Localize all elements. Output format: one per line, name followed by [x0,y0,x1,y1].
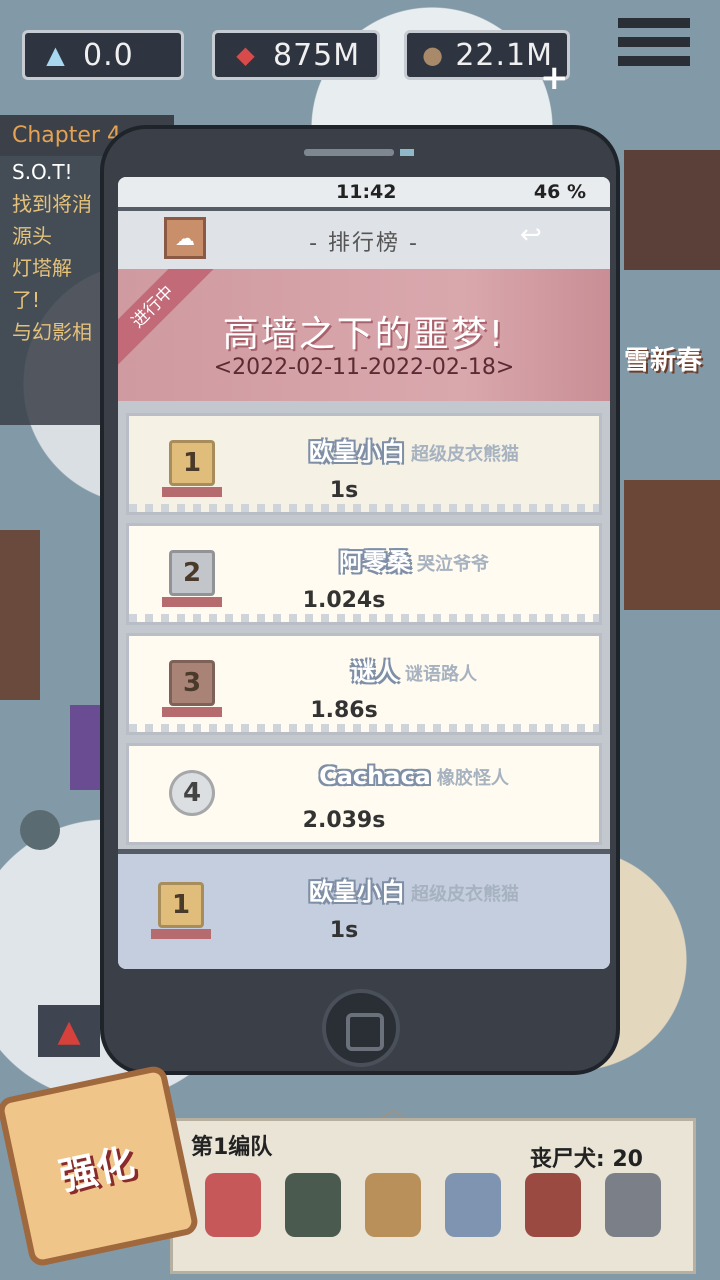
upgrade-button[interactable]: 强化 [0,1063,201,1269]
rank-number: 4 [182,778,202,808]
back-arrow-icon[interactable]: ↩ [520,222,570,249]
player-title: 橡胶怪人 [436,768,509,789]
menu-button[interactable] [618,18,690,76]
tree-decoration [20,810,60,850]
npc-character [70,705,100,790]
quest-line: S.O.T! [12,160,73,184]
warning-icon[interactable]: ▲ [38,1005,100,1057]
quest-line: 灯塔解 [12,256,72,280]
team-member-avatar[interactable] [365,1173,421,1237]
quest-line: 找到将消 [12,192,92,216]
title-bar: ☁ - 排行榜 - ↩ [118,207,610,273]
gold-medal-icon: 1 [162,440,222,497]
player-name-text: 阿零桑 [339,548,411,576]
coin-icon: ● [422,41,445,69]
leaderboard-row[interactable]: 1 欧皇小白 超级皮衣熊猫 1s [126,413,602,515]
clear-time: 1.86s [310,698,378,723]
crystal-counter[interactable]: ▲ 0.0 [22,30,184,80]
team-member-avatar[interactable] [285,1173,341,1237]
leaderboard-phone: 11:42 46 % ☁ - 排行榜 - ↩ 进行中 高墙之下的噩梦! <202… [100,125,620,1075]
clear-time: 2.039s [302,808,386,833]
menu-bar-icon [618,18,690,28]
phone-screen: 11:42 46 % ☁ - 排行榜 - ↩ 进行中 高墙之下的噩梦! <202… [118,177,610,969]
quest-line: 源头 [12,224,52,248]
rank-number: 2 [182,558,202,588]
event-banner: 进行中 高墙之下的噩梦! <2022-02-11-2022-02-18> [118,269,610,401]
menu-bar-icon [618,56,690,66]
my-rank-row[interactable]: 1 欧皇小白 超级皮衣熊猫 1s [118,849,610,969]
player-name-text: Cachaca [319,762,431,790]
player-name: 欧皇小白 超级皮衣熊猫 [229,432,599,467]
gold-medal-icon: 1 [151,882,211,939]
team-member-avatar[interactable] [445,1173,501,1237]
team-name: 第1编队 [191,1135,273,1160]
building-decoration [624,150,720,270]
player-name-text: 欧皇小白 [309,438,405,466]
crystal-icon: ▲ [46,41,66,69]
player-title: 哭泣爷爷 [417,554,489,575]
player-title: 超级皮衣熊猫 [411,884,519,905]
upgrade-label: 强化 [54,1139,139,1199]
clock: 11:42 [336,181,397,203]
leaderboard-row[interactable]: 2 阿零桑 哭泣爷爷 1.024s [126,523,602,625]
player-name: 谜人 谜语路人 [229,652,599,687]
gem-value: 875M [273,37,361,73]
building-decoration [0,530,40,700]
event-date: <2022-02-11-2022-02-18> [213,355,515,380]
clear-time: 1.024s [302,588,386,613]
team-info: 丧尸犬: 20 [529,1147,643,1172]
clear-time: 1s [329,478,359,503]
leaderboard-row[interactable]: 4 Cachaca 橡胶怪人 2.039s [126,743,602,845]
menu-bar-icon [618,37,690,47]
add-coin-icon[interactable]: + [540,58,569,98]
crystal-value: 0.0 [83,37,134,73]
phone-camera [400,149,414,156]
gem-counter[interactable]: ◆ 875M [212,30,380,80]
quest-line: 与幻影相 [12,320,92,344]
phone-speaker [304,149,394,156]
bronze-medal-icon: 3 [162,660,222,717]
player-name: 阿零桑 哭泣爷爷 [229,542,599,577]
leaderboard-list: 1 欧皇小白 超级皮衣熊猫 1s 2 阿零桑 哭泣爷爷 1.024s 3 谜人 谜语路… [118,405,610,845]
player-name-text: 欧皇小白 [309,878,405,906]
clear-time: 1s [329,918,359,943]
home-square-icon [346,1013,384,1051]
player-name: Cachaca 橡胶怪人 [229,762,599,790]
quest-panel[interactable]: Chapter 4 S.O.T! 找到将消 源头 灯塔解 了! 与幻影相 [0,115,174,425]
quest-line: 了! [12,288,41,312]
team-panel[interactable]: 第1编队 丧尸犬: 20 [170,1118,696,1274]
player-title: 谜语路人 [405,664,477,685]
team-member-avatar[interactable] [525,1173,581,1237]
player-name-text: 谜人 [351,658,399,686]
leaderboard-row[interactable]: 3 谜人 谜语路人 1.86s [126,633,602,735]
team-member-avatar[interactable] [605,1173,661,1237]
shop-building [624,480,720,610]
event-title: 高墙之下的噩梦! [222,314,506,355]
player-title: 超级皮衣熊猫 [411,444,519,465]
rank-number: 3 [182,668,202,698]
home-button[interactable] [322,989,400,1067]
coin-value: 22.1M [455,37,553,73]
gem-icon: ◆ [236,41,256,69]
player-name: 欧皇小白 超级皮衣熊猫 [218,872,610,907]
event-sign: 雪新春 [624,346,703,376]
team-member-avatar[interactable] [205,1173,261,1237]
silver-medal-icon: 2 [162,550,222,607]
status-bar: 11:42 46 % [118,177,610,207]
rank-badge-icon: 4 [169,770,215,816]
rank-number: 1 [182,448,202,478]
battery-level: 46 % [533,181,586,203]
rank-number: 1 [171,890,191,920]
